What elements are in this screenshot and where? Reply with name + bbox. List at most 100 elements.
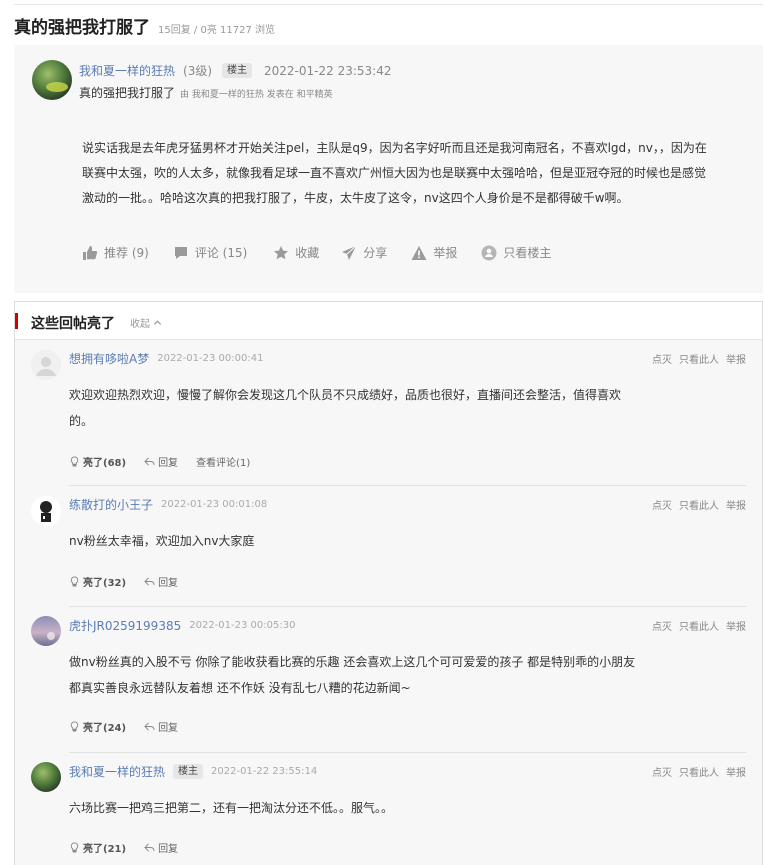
- share-label: 分享: [363, 246, 388, 260]
- reply-author[interactable]: 想拥有哆啦A梦: [69, 350, 149, 367]
- recommend-label: 推荐 (9): [104, 246, 149, 260]
- dislike-link[interactable]: 点灭: [652, 501, 672, 512]
- reply-time: 2022-01-23 00:01:08: [161, 499, 268, 510]
- reply-label: 回复: [158, 578, 179, 589]
- report-label: 举报: [433, 246, 458, 260]
- reply-author[interactable]: 虎扑JR0259199385: [69, 617, 181, 634]
- post-meta: 由 我和夏一样的狂热 发表在 和平精英: [180, 90, 333, 100]
- top-divider: [14, 4, 763, 5]
- highlight-header: 这些回帖亮了 收起: [15, 302, 762, 340]
- post-page: 真的强把我打服了 15回复 / 0亮 11727 浏览 我和夏一样的狂热 (3级…: [0, 0, 765, 865]
- avatar[interactable]: [31, 616, 61, 646]
- report-link[interactable]: 举报: [726, 768, 746, 779]
- avatar[interactable]: [31, 350, 61, 380]
- collapse-label: 收起: [130, 319, 150, 330]
- reply-actions: 亮了(21) 回复: [69, 840, 196, 855]
- page-title: 真的强把我打服了: [14, 18, 150, 38]
- highlight-title: 这些回帖亮了: [31, 316, 115, 332]
- reply-button[interactable]: 回复: [144, 454, 178, 469]
- reply-button[interactable]: 回复: [144, 840, 178, 855]
- like-button[interactable]: 亮了(32): [69, 574, 126, 589]
- light-bulb-icon: [70, 576, 79, 587]
- cartoon-avatar-icon: [31, 496, 61, 526]
- reply-author[interactable]: 我和夏一样的狂热: [69, 763, 165, 780]
- only-this-user-link[interactable]: 只看此人: [679, 622, 719, 633]
- light-bulb-icon: [70, 842, 79, 853]
- like-count: 亮了(32): [83, 578, 127, 589]
- op-only-icon: [481, 245, 497, 260]
- reply-text: 六场比赛一把鸡三把第二，还有一把淘汰分还不低。。服气。。: [69, 801, 394, 815]
- author-line: 我和夏一样的狂热 (3级) 楼主 2022-01-22 23:53:42: [79, 62, 391, 79]
- favorite-button[interactable]: 收藏: [273, 244, 319, 261]
- reply-actions: 亮了(24) 回复: [69, 719, 196, 734]
- reply-author-line: 想拥有哆啦A梦 2022-01-23 00:00:41: [69, 350, 263, 367]
- reply-divider: [69, 485, 746, 486]
- recommend-button[interactable]: 推荐 (9): [82, 244, 149, 261]
- avatar[interactable]: [31, 496, 61, 526]
- only-this-user-link[interactable]: 只看此人: [679, 768, 719, 779]
- view-comments-label: 查看评论(1): [196, 458, 251, 469]
- reply-time: 2022-01-23 00:00:41: [157, 353, 264, 364]
- reply-arrow-icon: [144, 457, 155, 466]
- reply-arrow-icon: [144, 577, 155, 586]
- avatar[interactable]: [31, 762, 61, 792]
- like-button[interactable]: 亮了(24): [69, 719, 126, 734]
- dislike-link[interactable]: 点灭: [652, 622, 672, 633]
- author-name[interactable]: 我和夏一样的狂热: [79, 62, 175, 79]
- warning-icon: [411, 245, 427, 260]
- reply-time: 2022-01-23 00:05:30: [189, 620, 296, 631]
- post-sub-title: 真的强把我打服了: [79, 86, 176, 100]
- reply-actions: 亮了(32) 回复: [69, 574, 196, 589]
- dislike-link[interactable]: 点灭: [652, 355, 672, 366]
- default-avatar-icon: [31, 350, 61, 380]
- post-stats: 15回复 / 0亮 11727 浏览: [158, 25, 275, 36]
- reply-ops: 点灭 只看此人 举报: [645, 351, 746, 366]
- light-bulb-icon: [70, 456, 79, 467]
- main-post: 我和夏一样的狂热 (3级) 楼主 2022-01-22 23:53:42 真的强…: [14, 45, 763, 293]
- reply-time: 2022-01-22 23:55:14: [211, 766, 318, 777]
- like-button[interactable]: 亮了(68): [69, 454, 126, 469]
- share-button[interactable]: 分享: [341, 244, 387, 261]
- star-icon: [274, 245, 289, 259]
- reply-text: nv粉丝太幸福，欢迎加入nv大家庭: [69, 534, 255, 548]
- reply-divider: [69, 606, 746, 607]
- post-action-bar: 推荐 (9) 评论 (15) 收藏 分享 举报 只看楼主: [82, 244, 551, 261]
- reply-author[interactable]: 练散打的小王子: [69, 496, 153, 513]
- reply-ops: 点灭 只看此人 举报: [645, 764, 746, 779]
- only-this-user-link[interactable]: 只看此人: [679, 501, 719, 512]
- view-comments-button[interactable]: 查看评论(1): [196, 454, 250, 469]
- share-icon: [342, 245, 357, 260]
- comment-button[interactable]: 评论 (15): [173, 244, 247, 261]
- post-body: 说实话我是去年虎牙猛男杯才开始关注pel，主队是q9，因为名字好听而且还是我河南…: [82, 141, 707, 205]
- collapse-toggle[interactable]: 收起: [130, 315, 162, 330]
- dislike-link[interactable]: 点灭: [652, 768, 672, 779]
- reply-ops: 点灭 只看此人 举报: [645, 618, 746, 633]
- like-count: 亮了(68): [83, 458, 127, 469]
- reply-button[interactable]: 回复: [144, 719, 178, 734]
- report-link[interactable]: 举报: [726, 501, 746, 512]
- reply-ops: 点灭 只看此人 举报: [645, 497, 746, 512]
- comment-label: 评论 (15): [194, 246, 248, 260]
- author-level: (3级): [183, 64, 213, 78]
- reply-arrow-icon: [144, 722, 155, 731]
- reply-divider: [69, 752, 746, 753]
- like-button[interactable]: 亮了(21): [69, 840, 126, 855]
- reply-text: 欢迎欢迎热烈欢迎，慢慢了解你会发现这几个队员不只成绩好，品质也很好，直播间还会整…: [69, 388, 622, 428]
- op-badge: 楼主: [173, 764, 204, 779]
- reply-label: 回复: [158, 844, 179, 855]
- op-only-label: 只看楼主: [503, 246, 552, 260]
- thumbs-up-icon: [83, 245, 98, 260]
- report-link[interactable]: 举报: [726, 355, 746, 366]
- reply-button[interactable]: 回复: [144, 574, 178, 589]
- only-this-user-link[interactable]: 只看此人: [679, 355, 719, 366]
- reply-label: 回复: [158, 458, 179, 469]
- op-only-button[interactable]: 只看楼主: [481, 244, 551, 261]
- reply-arrow-icon: [144, 843, 155, 852]
- reply-text: 做nv粉丝真的入股不亏 你除了能收获看比赛的乐趣 还会喜欢上这几个可可爱爱的孩子…: [69, 655, 636, 695]
- post-time: 2022-01-22 23:53:42: [264, 63, 392, 78]
- report-button[interactable]: 举报: [411, 244, 457, 261]
- avatar[interactable]: [32, 60, 72, 100]
- sky-avatar-icon: [47, 632, 55, 640]
- like-count: 亮了(21): [83, 844, 127, 855]
- report-link[interactable]: 举报: [726, 622, 746, 633]
